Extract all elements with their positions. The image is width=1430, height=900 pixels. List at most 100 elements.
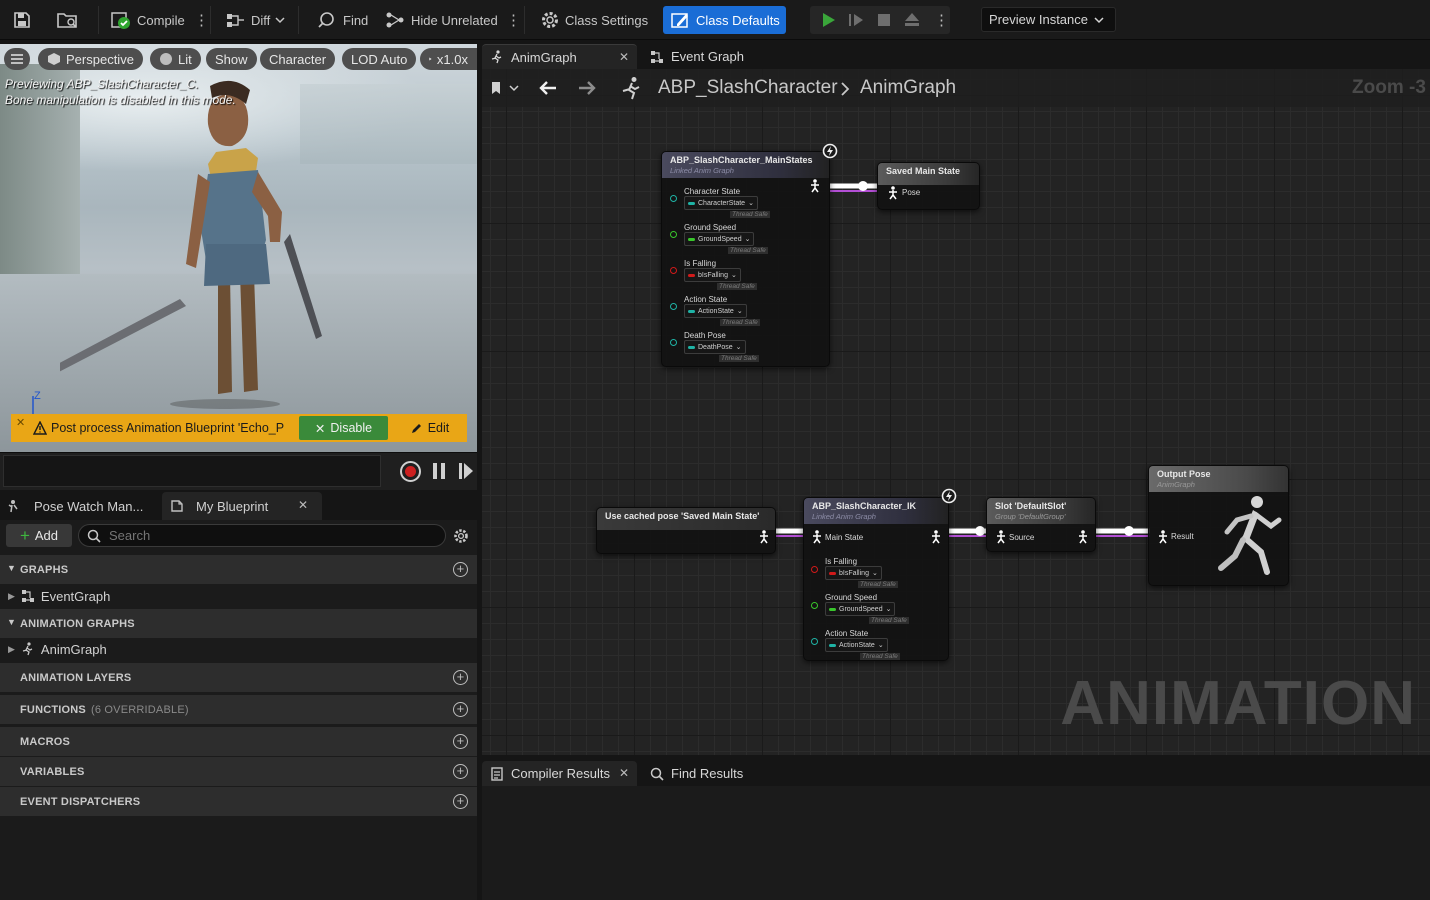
add-graph-icon[interactable]: + xyxy=(453,562,468,577)
eject-button[interactable] xyxy=(898,6,926,34)
pin-is-falling[interactable] xyxy=(811,566,818,573)
pause-button[interactable] xyxy=(431,462,447,480)
preview-viewport[interactable]: Perspective Lit Show Character LOD Auto … xyxy=(0,44,477,452)
pin-is-falling[interactable] xyxy=(670,267,677,274)
tab-pose-watch-label: Pose Watch Man... xyxy=(34,498,144,514)
node-subtitle: Group 'DefaultGroup' xyxy=(995,512,1066,521)
timeline-scrubber[interactable] xyxy=(3,455,381,487)
class-settings-button[interactable]: Class Settings xyxy=(536,6,652,34)
class-defaults-button[interactable]: Class Defaults xyxy=(663,6,786,34)
pose-pin-icon[interactable] xyxy=(887,186,899,200)
settings-gear-icon[interactable] xyxy=(453,528,469,544)
perspective-button[interactable]: Perspective xyxy=(38,48,143,70)
tab-event-graph[interactable]: Event Graph xyxy=(642,44,752,69)
add-dispatcher-icon[interactable]: + xyxy=(453,794,468,809)
section-variables[interactable]: VARIABLES + xyxy=(0,757,477,786)
add-button[interactable]: + Add xyxy=(6,524,72,547)
folder-search-icon xyxy=(57,13,77,28)
pin-death-pose[interactable] xyxy=(670,339,677,346)
node-use-cached-pose[interactable]: Use cached pose 'Saved Main State' xyxy=(596,507,776,554)
hide-unrelated-button[interactable]: Hide Unrelated xyxy=(380,6,502,34)
node-output-pose[interactable]: Output Pose AnimGraph Result xyxy=(1148,465,1289,586)
pin-dropdown[interactable]: CharacterState ⌄ xyxy=(684,196,758,210)
record-button[interactable] xyxy=(400,461,421,482)
save-button[interactable] xyxy=(8,6,36,34)
pose-pin-icon[interactable] xyxy=(811,530,823,544)
lod-button[interactable]: LOD Auto xyxy=(342,48,417,70)
pin-dropdown[interactable]: ActionState ⌄ xyxy=(825,638,888,652)
edit-button[interactable]: Edit xyxy=(399,416,461,440)
anim-graph-canvas[interactable]: ABP_SlashCharacter AnimGraph Zoom -3 ABP… xyxy=(482,69,1430,755)
pin-dropdown[interactable]: GroundSpeed ⌄ xyxy=(684,232,755,246)
pin-dropdown[interactable]: DeathPose ⌄ xyxy=(684,340,746,354)
lit-button[interactable]: Lit xyxy=(150,48,201,70)
close-tab-icon[interactable]: ✕ xyxy=(298,498,308,512)
diff-button[interactable]: Diff xyxy=(220,6,289,34)
find-button[interactable]: Find xyxy=(312,6,372,34)
compile-button[interactable]: Compile xyxy=(106,6,189,34)
pose-pin-icon[interactable] xyxy=(995,530,1007,544)
node-slash-character-ik[interactable]: ABP_SlashCharacter_IK Linked Anim Graph … xyxy=(803,497,949,661)
pin-action-state[interactable] xyxy=(670,303,677,310)
hide-unrelated-options-icon[interactable]: ⋮ xyxy=(502,6,525,34)
disable-button[interactable]: ✕ Disable xyxy=(299,416,388,440)
tab-pose-watch[interactable]: Pose Watch Man... xyxy=(0,492,160,520)
step-forward-button[interactable] xyxy=(458,462,474,480)
graph-item-event-graph[interactable]: ▶ EventGraph xyxy=(0,583,477,609)
pin-dropdown[interactable]: GroundSpeed ⌄ xyxy=(825,602,896,616)
tab-my-blueprint[interactable]: My Blueprint ✕ xyxy=(162,492,322,520)
playback-speed-button[interactable]: x1.0x xyxy=(420,48,477,70)
add-variable-icon[interactable]: + xyxy=(453,764,468,779)
tab-compiler-results[interactable]: Compiler Results ✕ xyxy=(482,761,637,786)
pin-ground-speed[interactable] xyxy=(670,231,677,238)
play-button[interactable] xyxy=(814,6,842,34)
show-button[interactable]: Show xyxy=(206,48,257,70)
search-input[interactable] xyxy=(109,528,409,543)
pose-pin-icon[interactable] xyxy=(1157,530,1169,544)
section-animation-layers[interactable]: ANIMATION LAYERS + xyxy=(0,663,477,692)
close-tab-icon[interactable]: ✕ xyxy=(619,50,629,64)
pose-pin-icon[interactable] xyxy=(758,530,770,544)
section-macros[interactable]: MACROS + xyxy=(0,727,477,756)
add-function-icon[interactable]: + xyxy=(453,702,468,717)
expand-arrow-icon: ▶ xyxy=(8,643,15,654)
node-main-states[interactable]: ABP_SlashCharacter_MainStates Linked Ani… xyxy=(661,151,830,367)
pin-action-state[interactable] xyxy=(811,638,818,645)
search-box[interactable] xyxy=(78,524,446,547)
pose-watch-icon xyxy=(8,500,18,513)
graph-item-anim-graph[interactable]: ▶ AnimGraph xyxy=(0,636,477,662)
bottom-tabs: Compiler Results ✕ Find Results xyxy=(482,759,1430,786)
close-warning-icon[interactable]: ✕ xyxy=(16,416,25,429)
section-animation-graphs[interactable]: ▼ ANIMATION GRAPHS xyxy=(0,609,477,638)
pin-dropdown[interactable]: bIsFalling ⌄ xyxy=(825,566,882,580)
add-macro-icon[interactable]: + xyxy=(453,734,468,749)
node-default-slot[interactable]: Slot 'DefaultSlot' Group 'DefaultGroup' … xyxy=(986,497,1096,552)
pin-character-state[interactable] xyxy=(670,195,677,202)
character-button[interactable]: Character xyxy=(260,48,336,70)
play-options-icon[interactable]: ⋮ xyxy=(930,6,953,34)
stop-button[interactable] xyxy=(870,6,898,34)
viewport-menu-button[interactable] xyxy=(4,48,30,70)
pose-pin-icon[interactable] xyxy=(1077,530,1089,544)
add-layer-icon[interactable]: + xyxy=(453,670,468,685)
pin-dropdown[interactable]: bIsFalling ⌄ xyxy=(684,268,741,282)
pin-ground-speed[interactable] xyxy=(811,602,818,609)
step-button[interactable] xyxy=(842,6,870,34)
thread-safe-badge: Thread Safe xyxy=(719,355,759,362)
section-event-dispatchers[interactable]: EVENT DISPATCHERS + xyxy=(0,787,477,816)
pin-dropdown[interactable]: ActionState ⌄ xyxy=(684,304,747,318)
pose-pin-icon[interactable] xyxy=(930,530,942,544)
close-tab-icon[interactable]: ✕ xyxy=(619,766,629,780)
event-graph-label: EventGraph xyxy=(40,588,111,604)
pose-pin-icon[interactable] xyxy=(809,179,821,193)
section-graphs[interactable]: ▼ GRAPHS + xyxy=(0,555,477,584)
section-animation-layers-label: ANIMATION LAYERS xyxy=(20,671,132,684)
browse-button[interactable] xyxy=(52,6,84,34)
section-functions[interactable]: FUNCTIONS (6 OVERRIDABLE) + xyxy=(0,695,477,724)
pin-value: DeathPose xyxy=(698,343,733,351)
tab-find-results[interactable]: Find Results xyxy=(642,761,751,786)
node-saved-main-state[interactable]: Saved Main State Pose xyxy=(877,162,980,210)
preview-instance-dropdown[interactable]: Preview Instance xyxy=(981,7,1116,32)
tab-anim-graph[interactable]: AnimGraph ✕ xyxy=(482,44,637,69)
search-icon xyxy=(650,767,664,781)
